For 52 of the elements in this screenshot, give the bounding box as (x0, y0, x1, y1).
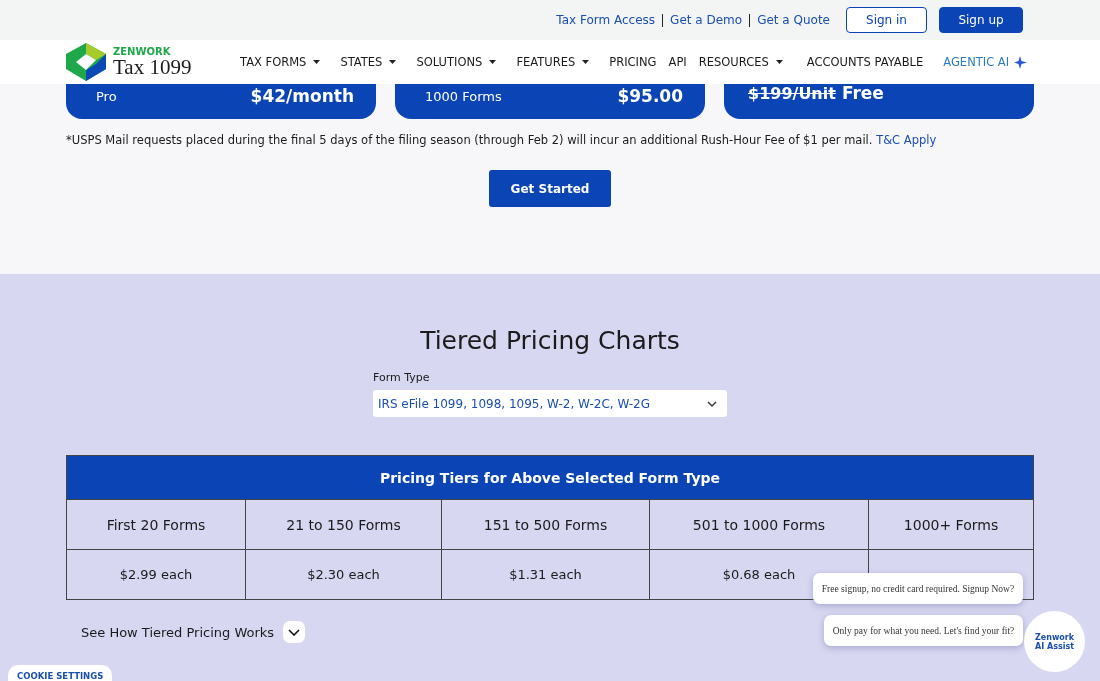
nav-link[interactable]: AGENTIC AI (943, 55, 1028, 69)
table-cell: $2.30 each (245, 550, 441, 599)
logo-brand: ZENWORK (113, 46, 172, 57)
plan-name: Pro (96, 88, 117, 104)
table-title: Pricing Tiers for Above Selected Form Type (67, 456, 1033, 500)
nav-link[interactable]: TAX FORMS (240, 55, 321, 69)
expand-button[interactable] (283, 621, 306, 643)
chevron-icon (707, 400, 717, 407)
logo-product: Tax 1099 (113, 56, 192, 78)
field-label: Form Type (373, 371, 431, 384)
old-price: $199/Unit (748, 83, 836, 103)
nav-link[interactable]: SOLUTIONS (416, 55, 497, 69)
get-started-button[interactable]: Get Started (489, 170, 611, 207)
nav-link[interactable]: FEATURES (516, 55, 590, 69)
chevron-down-icon (288, 628, 301, 636)
top-link[interactable]: Tax Form Access (556, 13, 656, 27)
cookie-settings-button[interactable]: COOKIE SETTINGS (8, 665, 113, 681)
terms-link[interactable]: T&C Apply (876, 133, 937, 147)
caret-icon (775, 60, 783, 64)
caret-icon (582, 60, 590, 64)
column-header: 151 to 500 Forms (441, 500, 649, 549)
plan-price: $42/month (250, 86, 354, 106)
top-link[interactable]: Get a Quote (757, 13, 830, 27)
sparkle-icon (1014, 55, 1028, 69)
sign-in-button[interactable]: Sign in (846, 7, 927, 33)
form-type-select[interactable]: IRS eFile 1099, 1098, 1095, W-2, W-2C, W-2G (373, 390, 727, 417)
nav-link[interactable]: ACCOUNTS PAYABLE (806, 55, 924, 69)
column-header: 1000+ Forms (868, 500, 1033, 549)
caret-icon (389, 60, 397, 64)
sign-up-button[interactable]: Sign up (939, 7, 1023, 33)
plan-price: $95.00 (617, 86, 683, 106)
section-title: Tiered Pricing Charts (419, 326, 681, 355)
table-cell: $1.31 each (441, 550, 649, 599)
column-header: 501 to 1000 Forms (649, 500, 868, 549)
see-how-text: See How Tiered Pricing Works (81, 624, 275, 640)
ai-assist-button[interactable]: Zenwork AI Assist (1024, 611, 1085, 672)
column-header: 21 to 150 Forms (245, 500, 441, 549)
column-header: First 20 Forms (105, 515, 207, 535)
chat-bubble[interactable]: Free signup, no credit card required. Signup Now? (813, 573, 1023, 604)
note-text: *USPS Mail requests placed during the final 5 days of the filing season (through Feb 2) will incur an additional Rush-Hour Fee of $1 per mail. T&C Apply (66, 133, 938, 147)
plan-name: 1000 Forms (425, 88, 502, 104)
nav-link[interactable]: STATES (340, 55, 397, 69)
top-link[interactable]: Get a Demo (670, 13, 743, 27)
table-cell-text: $2.99 each (118, 566, 194, 584)
plan-price: Free (841, 83, 884, 103)
nav-link[interactable]: RESOURCES (698, 55, 783, 69)
caret-icon (489, 60, 497, 64)
chat-bubble[interactable]: Only pay for what you need. Let's find your fit? (824, 615, 1023, 646)
logo-icon (66, 43, 106, 81)
caret-icon (313, 60, 321, 64)
nav-link[interactable]: API (668, 55, 687, 69)
nav-link[interactable]: PRICING (609, 55, 657, 69)
